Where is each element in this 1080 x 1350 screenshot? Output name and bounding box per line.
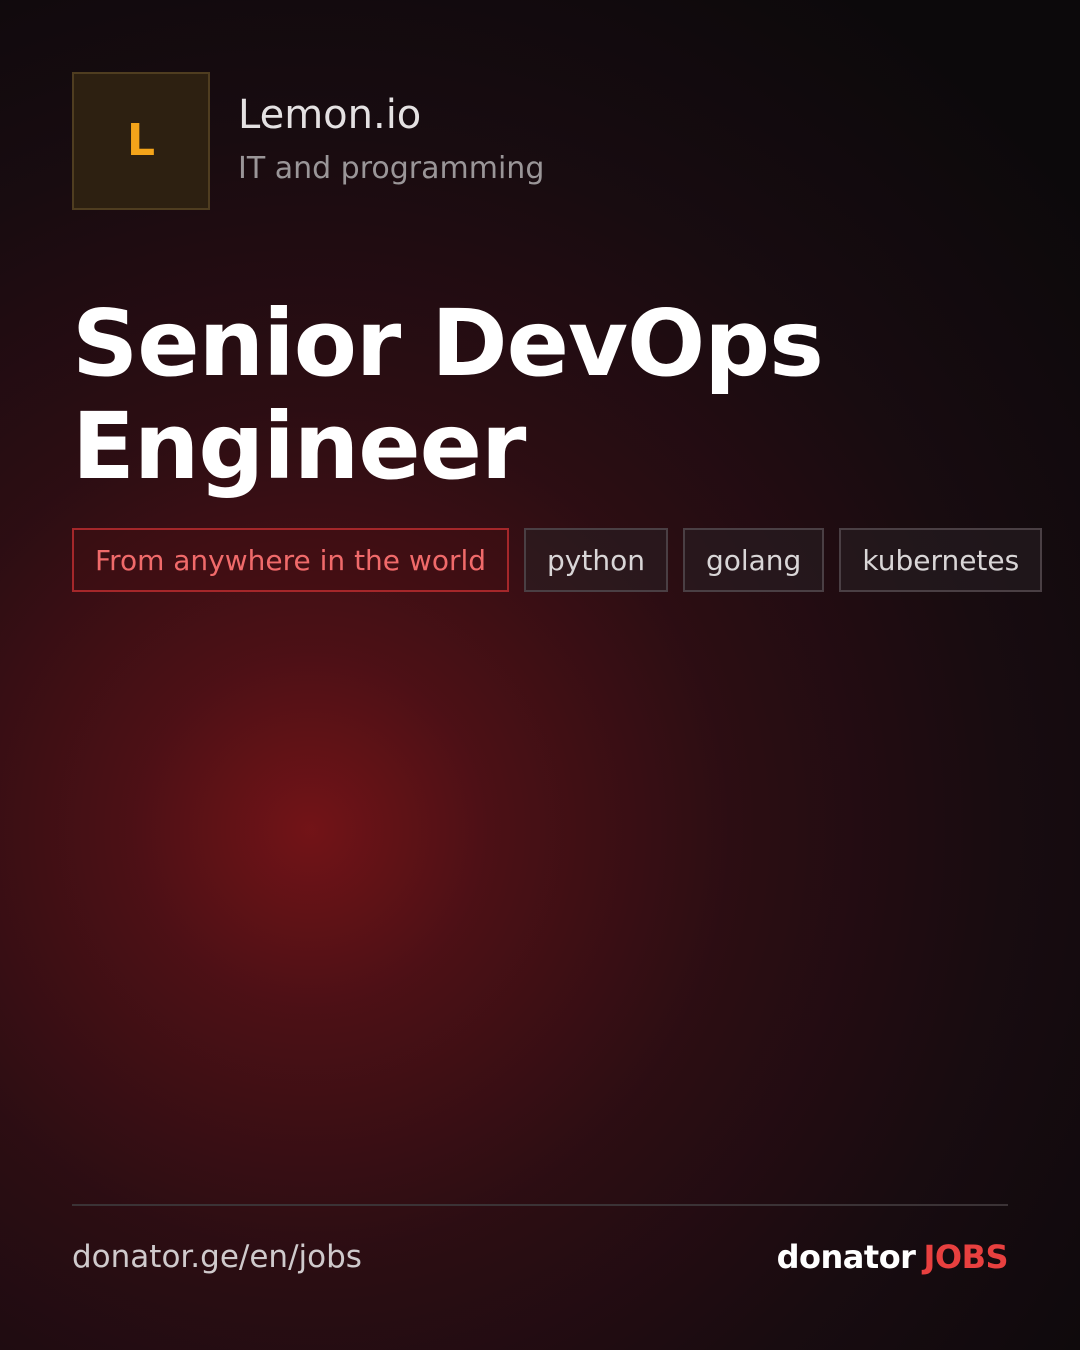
company-logo: L [72, 72, 210, 210]
company-info: Lemon.io IT and programming [238, 92, 545, 187]
company-logo-letter: L [126, 115, 156, 166]
job-title: Senior DevOps Engineer [72, 290, 824, 500]
tag-kubernetes: kubernetes [839, 528, 1043, 592]
tag-python: python [524, 528, 668, 592]
tag-location: From anywhere in the world [72, 528, 510, 592]
tag-golang: golang [682, 528, 825, 592]
brand-name: donator [776, 1238, 916, 1276]
footer-divider [72, 1204, 1008, 1206]
company-name: Lemon.io [238, 92, 422, 138]
company-header: L Lemon.io IT and programming [72, 72, 544, 210]
company-category: IT and programming [238, 151, 545, 186]
brand-suffix: JOBS [923, 1238, 1008, 1276]
brand-logo: donator JOBS [776, 1234, 1009, 1280]
footer-url: donator.ge/en/jobs [72, 1239, 362, 1275]
tag-list: From anywhere in the world python golang… [72, 528, 1057, 592]
